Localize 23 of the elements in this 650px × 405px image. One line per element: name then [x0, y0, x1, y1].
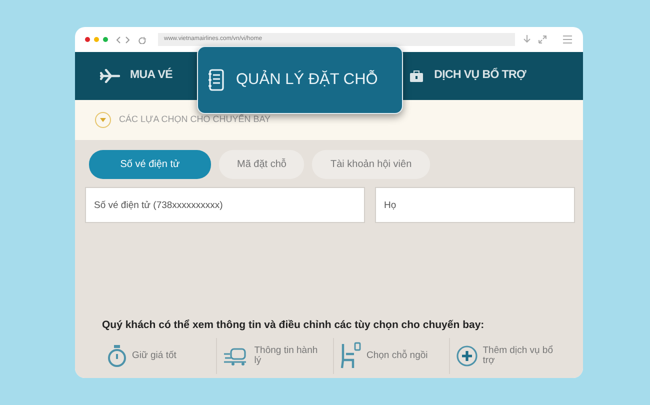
dropdown-toggle-icon[interactable]	[95, 112, 111, 128]
plane-icon	[100, 69, 120, 83]
input-field[interactable]: Họ	[375, 187, 575, 223]
notebook-icon	[208, 69, 224, 91]
seat-icon	[340, 342, 362, 370]
search-tab[interactable]: Số vé điện tử	[89, 150, 211, 179]
search-tab[interactable]: Tài khoản hội viên	[312, 150, 430, 179]
service-link[interactable]: Thêm dịch vụ bổ trợ	[482, 346, 559, 366]
nav-link[interactable]: DỊCH VỤ BỔ TRỢ	[434, 67, 526, 85]
info-text: Quý khách có thể xem thông tin và điều chỉnh các tùy chọn cho chuyến bay:	[101, 318, 486, 334]
input-field[interactable]: Số vé điện tử (738xxxxxxxxxx)	[85, 187, 365, 223]
toolbar-icon	[523, 35, 573, 44]
service-link[interactable]: Chọn chỗ ngồi	[366, 351, 428, 361]
nav-link[interactable]: MUA VÉ	[130, 67, 172, 85]
service-link[interactable]: Giữ giá tốt	[132, 351, 176, 361]
briefcase-icon	[409, 70, 424, 82]
window-controls-icon	[85, 37, 108, 42]
add-circle-icon	[456, 345, 478, 367]
search-tab[interactable]: Mã đặt chỗ	[219, 150, 304, 179]
section-title: CÁC LỰA CHỌN CHO CHUYẾN BAY	[119, 113, 271, 126]
service-link[interactable]: Thông tin hành lý	[254, 346, 326, 366]
manage-booking-button[interactable]: QUẢN LÝ ĐẶT CHỖ	[197, 46, 403, 114]
stopwatch-icon	[107, 344, 127, 368]
